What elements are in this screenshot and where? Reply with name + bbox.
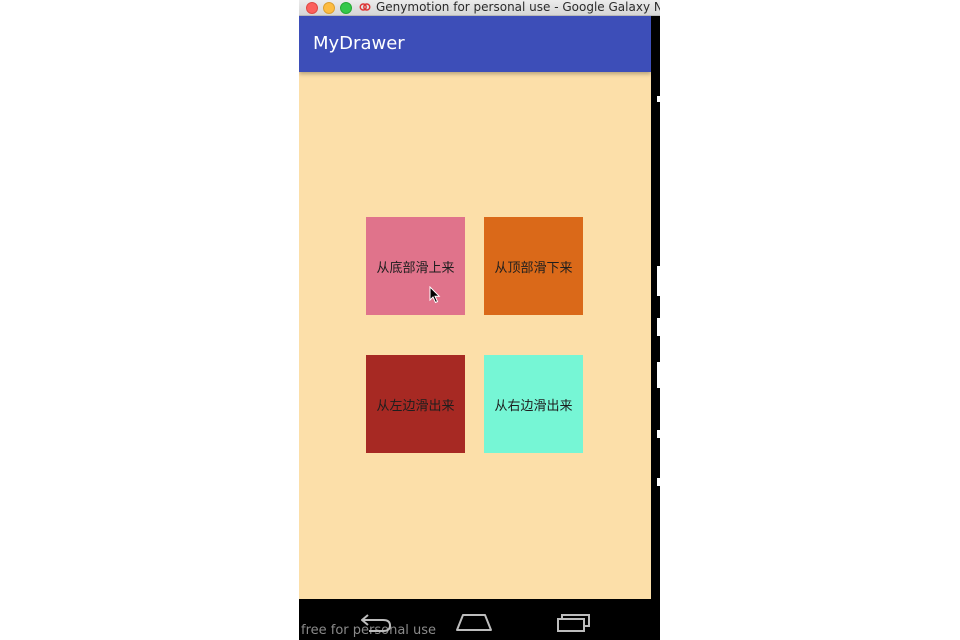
slide-from-right-button[interactable]: 从右边滑出来 (484, 355, 583, 453)
app-screen: MyDrawer 从底部滑上来 从顶部滑下来 从左边滑出来 从右边滑出来 (299, 16, 651, 599)
window-titlebar: Genymotion for personal use - Google Gal… (299, 0, 660, 16)
side-mark (657, 266, 660, 296)
app-toolbar: MyDrawer (299, 16, 651, 72)
side-mark (657, 318, 660, 336)
back-icon[interactable] (359, 611, 393, 633)
slide-from-right-label: 从右边滑出来 (494, 398, 573, 414)
side-mark (657, 430, 660, 438)
home-icon[interactable] (455, 611, 493, 633)
close-window-button[interactable] (306, 2, 318, 14)
slide-from-left-button[interactable]: 从左边滑出来 (366, 355, 465, 453)
slide-from-bottom-label: 从底部滑上来 (376, 260, 455, 276)
recents-icon[interactable] (556, 611, 592, 633)
side-mark (657, 96, 660, 102)
emulator-side-strip (651, 16, 660, 599)
window-title: Genymotion for personal use - Google Gal… (376, 0, 660, 14)
slide-from-bottom-button[interactable]: 从底部滑上来 (366, 217, 465, 315)
app-title: MyDrawer (313, 33, 405, 54)
slide-from-top-button[interactable]: 从顶部滑下来 (484, 217, 583, 315)
zoom-window-button[interactable] (340, 2, 352, 14)
side-mark (657, 362, 660, 388)
slide-from-left-label: 从左边滑出来 (376, 398, 455, 414)
genymotion-logo-icon (359, 3, 371, 11)
side-mark (657, 478, 660, 486)
mouse-pointer-icon (429, 286, 441, 304)
slide-from-top-label: 从顶部滑下来 (494, 260, 573, 276)
minimize-window-button[interactable] (323, 2, 335, 14)
android-nav-bar: free for personal use (299, 599, 660, 640)
